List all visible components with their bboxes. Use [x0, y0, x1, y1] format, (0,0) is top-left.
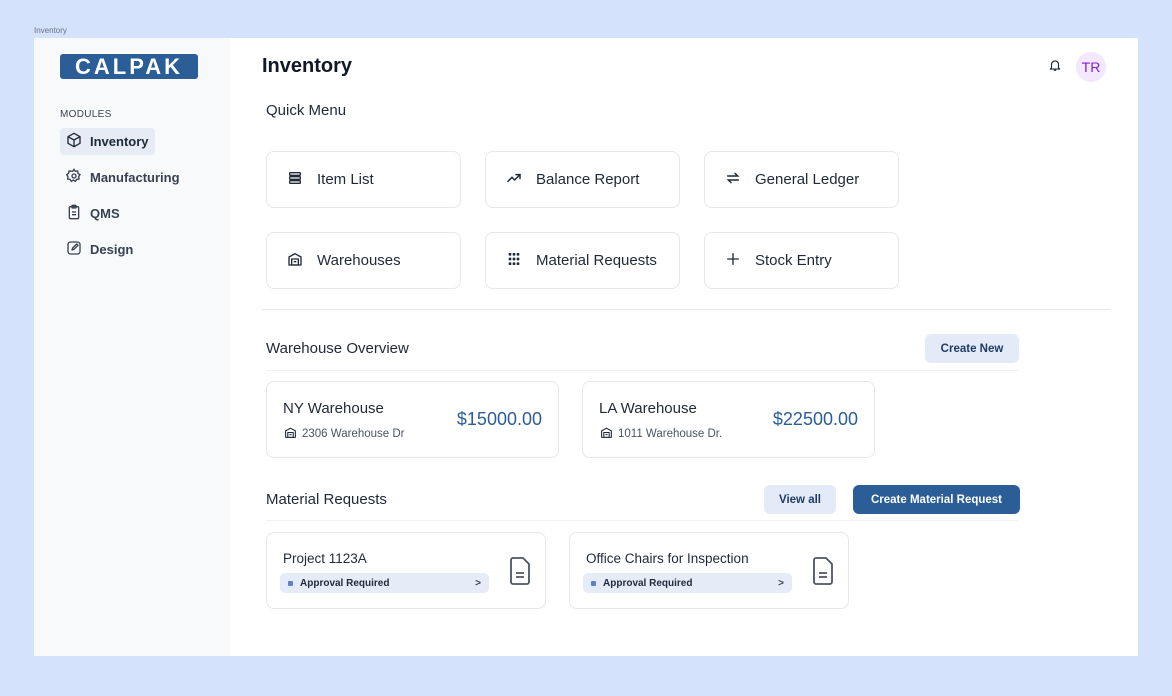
material-request-card[interactable]: Project 1123A Approval Required >: [266, 532, 546, 609]
warehouse-card-la[interactable]: LA Warehouse 1011 Warehouse Dr. $22500.0…: [582, 381, 875, 458]
quick-menu-label: Balance Report: [536, 171, 640, 188]
sidebar-item-label: QMS: [90, 206, 120, 221]
quick-menu-material-requests[interactable]: Material Requests: [485, 232, 680, 289]
sidebar-item-label: Manufacturing: [90, 170, 180, 185]
quick-menu-label: General Ledger: [755, 171, 860, 188]
warehouse-icon: [600, 426, 613, 442]
frame-label: Inventory: [34, 26, 67, 35]
sidebar-item-manufacturing[interactable]: Manufacturing: [60, 164, 186, 191]
warehouse-address: 2306 Warehouse Dr: [284, 426, 405, 442]
create-material-request-button[interactable]: Create Material Request: [853, 485, 1020, 514]
status-text: Approval Required: [603, 577, 693, 589]
warehouse-address-text: 2306 Warehouse Dr: [302, 428, 405, 440]
calpak-logo[interactable]: CALPAK: [60, 54, 198, 79]
edit-icon: [66, 240, 82, 259]
warehouse-name: NY Warehouse: [283, 400, 384, 417]
warehouse-address-text: 1011 Warehouse Dr.: [618, 428, 723, 440]
view-all-button[interactable]: View all: [764, 485, 836, 514]
list-icon: [287, 170, 303, 190]
section-divider: [262, 309, 1110, 310]
quick-menu-title: Quick Menu: [266, 102, 347, 119]
main-content: Inventory TR Quick Menu Item List Balanc…: [230, 38, 1138, 656]
quick-menu-label: Material Requests: [536, 252, 657, 269]
warehouse-divider: [266, 370, 1018, 371]
sidebar-item-design[interactable]: Design: [60, 236, 139, 263]
swap-icon: [725, 170, 741, 190]
app-window: CALPAK MODULES Inventory Manufacturing Q…: [34, 38, 1138, 656]
sidebar-item-qms[interactable]: QMS: [60, 200, 126, 227]
box-icon: [66, 132, 82, 151]
request-name: Project 1123A: [283, 551, 367, 566]
modules-section-label: MODULES: [60, 109, 112, 120]
sidebar-item-label: Inventory: [90, 134, 149, 149]
document-icon: [510, 557, 530, 585]
warehouse-address: 1011 Warehouse Dr.: [600, 426, 722, 442]
warehouse-icon: [287, 251, 303, 271]
warehouse-icon: [284, 426, 297, 442]
warehouse-amount: $15000.00: [456, 409, 542, 429]
status-dot: [288, 580, 293, 586]
warehouse-overview-title: Warehouse Overview: [266, 340, 409, 357]
trending-up-icon: [506, 170, 522, 190]
warehouse-amount: $22500.00: [772, 409, 858, 429]
status-badge[interactable]: Approval Required >: [280, 573, 489, 593]
gear-icon: [65, 168, 82, 187]
material-request-card[interactable]: Office Chairs for Inspection Approval Re…: [569, 532, 849, 609]
quick-menu-warehouses[interactable]: Warehouses: [266, 232, 461, 289]
request-name: Office Chairs for Inspection: [586, 551, 749, 566]
bell-icon[interactable]: [1048, 58, 1062, 77]
material-requests-title: Material Requests: [266, 491, 387, 508]
grid-icon: [506, 251, 522, 271]
status-text: Approval Required: [300, 577, 390, 589]
warehouse-card-ny[interactable]: NY Warehouse 2306 Warehouse Dr $15000.00: [266, 381, 559, 458]
status-dot: [591, 580, 596, 586]
chevron-right-icon: >: [475, 577, 481, 589]
chevron-right-icon: >: [778, 577, 784, 589]
avatar[interactable]: TR: [1076, 52, 1106, 82]
quick-menu-stock-entry[interactable]: Stock Entry: [704, 232, 899, 289]
material-divider: [266, 520, 1018, 521]
warehouse-name: LA Warehouse: [599, 400, 697, 417]
header-actions: TR: [1048, 52, 1106, 82]
page-title: Inventory: [262, 55, 353, 77]
document-icon: [813, 557, 833, 585]
sidebar-item-inventory[interactable]: Inventory: [60, 128, 155, 155]
quick-menu-general-ledger[interactable]: General Ledger: [704, 151, 899, 208]
quick-menu-label: Warehouses: [317, 252, 401, 269]
plus-icon: [725, 251, 741, 271]
quick-menu-label: Item List: [317, 171, 374, 188]
sidebar: CALPAK MODULES Inventory Manufacturing Q…: [34, 38, 230, 656]
quick-menu-label: Stock Entry: [755, 252, 832, 269]
quick-menu-item-list[interactable]: Item List: [266, 151, 461, 208]
create-new-button[interactable]: Create New: [925, 334, 1019, 363]
quick-menu-balance-report[interactable]: Balance Report: [485, 151, 680, 208]
clipboard-icon: [66, 204, 82, 223]
sidebar-item-label: Design: [90, 242, 134, 257]
status-badge[interactable]: Approval Required >: [583, 573, 792, 593]
